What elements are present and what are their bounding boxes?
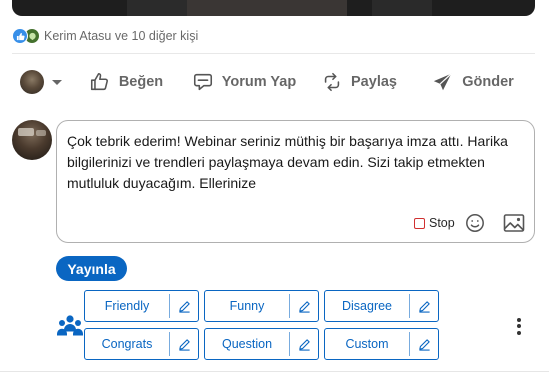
actor-selector[interactable]: [12, 62, 70, 102]
pencil-icon: [178, 300, 190, 313]
tone-question-button[interactable]: Question: [204, 328, 319, 360]
pencil-icon: [298, 338, 310, 351]
comment-button[interactable]: Yorum Yap: [182, 62, 306, 102]
repost-icon: [324, 72, 340, 92]
comment-icon: [193, 73, 212, 91]
caret-down-icon: [52, 79, 62, 85]
like-label: Beğen: [118, 74, 164, 90]
tone-custom-button[interactable]: Custom: [324, 328, 439, 360]
pencil-icon: [418, 300, 430, 313]
tone-edit-button[interactable]: [410, 291, 438, 321]
comment-label: Yorum Yap: [221, 74, 297, 90]
comment-editor[interactable]: Çok tebrik ederim! Webinar seriniz müthi…: [56, 120, 535, 243]
pencil-icon: [298, 300, 310, 313]
pencil-icon: [178, 338, 190, 351]
tone-congrats-button[interactable]: Congrats: [84, 328, 199, 360]
more-options-icon[interactable]: [512, 316, 526, 336]
image-icon[interactable]: [503, 213, 525, 233]
reactions-summary[interactable]: Kerim Atasu ve 10 diğer kişi: [12, 27, 198, 45]
like-button[interactable]: Beğen: [70, 62, 182, 102]
comment-text[interactable]: Çok tebrik ederim! Webinar seriniz müthi…: [67, 131, 527, 194]
tone-label: Congrats: [101, 337, 153, 351]
send-label: Gönder: [462, 74, 514, 90]
reaction-icons: [12, 28, 42, 44]
stop-checkbox[interactable]: [414, 217, 425, 229]
reactions-count-text[interactable]: Kerim Atasu ve 10 diğer kişi: [44, 29, 198, 43]
tone-edit-button[interactable]: [290, 329, 318, 359]
share-label: Paylaş: [351, 74, 397, 90]
divider: [0, 371, 549, 372]
post-comment-button[interactable]: Yayınla: [56, 256, 127, 281]
stop-label: Stop: [429, 216, 455, 230]
tone-edit-button[interactable]: [410, 329, 438, 359]
post-media-preview[interactable]: [12, 0, 535, 16]
tone-edit-button[interactable]: [170, 329, 198, 359]
send-icon: [434, 73, 452, 91]
tone-friendly-button[interactable]: Friendly: [84, 290, 199, 322]
like-reaction-icon: [12, 28, 28, 44]
tone-disagree-button[interactable]: Disagree: [324, 290, 439, 322]
tone-edit-button[interactable]: [170, 291, 198, 321]
actor-avatar: [20, 70, 44, 94]
thumbs-up-icon: [90, 72, 108, 91]
tone-label: Disagree: [341, 299, 393, 313]
share-button[interactable]: Paylaş: [306, 62, 412, 102]
emoji-icon[interactable]: [465, 213, 485, 233]
tone-funny-button[interactable]: Funny: [204, 290, 319, 322]
stop-control[interactable]: Stop: [414, 215, 455, 231]
social-action-bar: Beğen Yorum Yap Paylaş Gönder: [12, 62, 535, 102]
commenter-avatar[interactable]: [12, 120, 52, 160]
divider: [12, 53, 535, 54]
tone-label: Custom: [345, 337, 389, 351]
people-group-icon: [57, 315, 83, 336]
tone-edit-button[interactable]: [290, 291, 318, 321]
pencil-icon: [418, 338, 430, 351]
send-button[interactable]: Gönder: [412, 62, 534, 102]
tone-label: Friendly: [104, 299, 150, 313]
tone-label: Funny: [229, 299, 265, 313]
tone-label: Question: [221, 337, 273, 351]
